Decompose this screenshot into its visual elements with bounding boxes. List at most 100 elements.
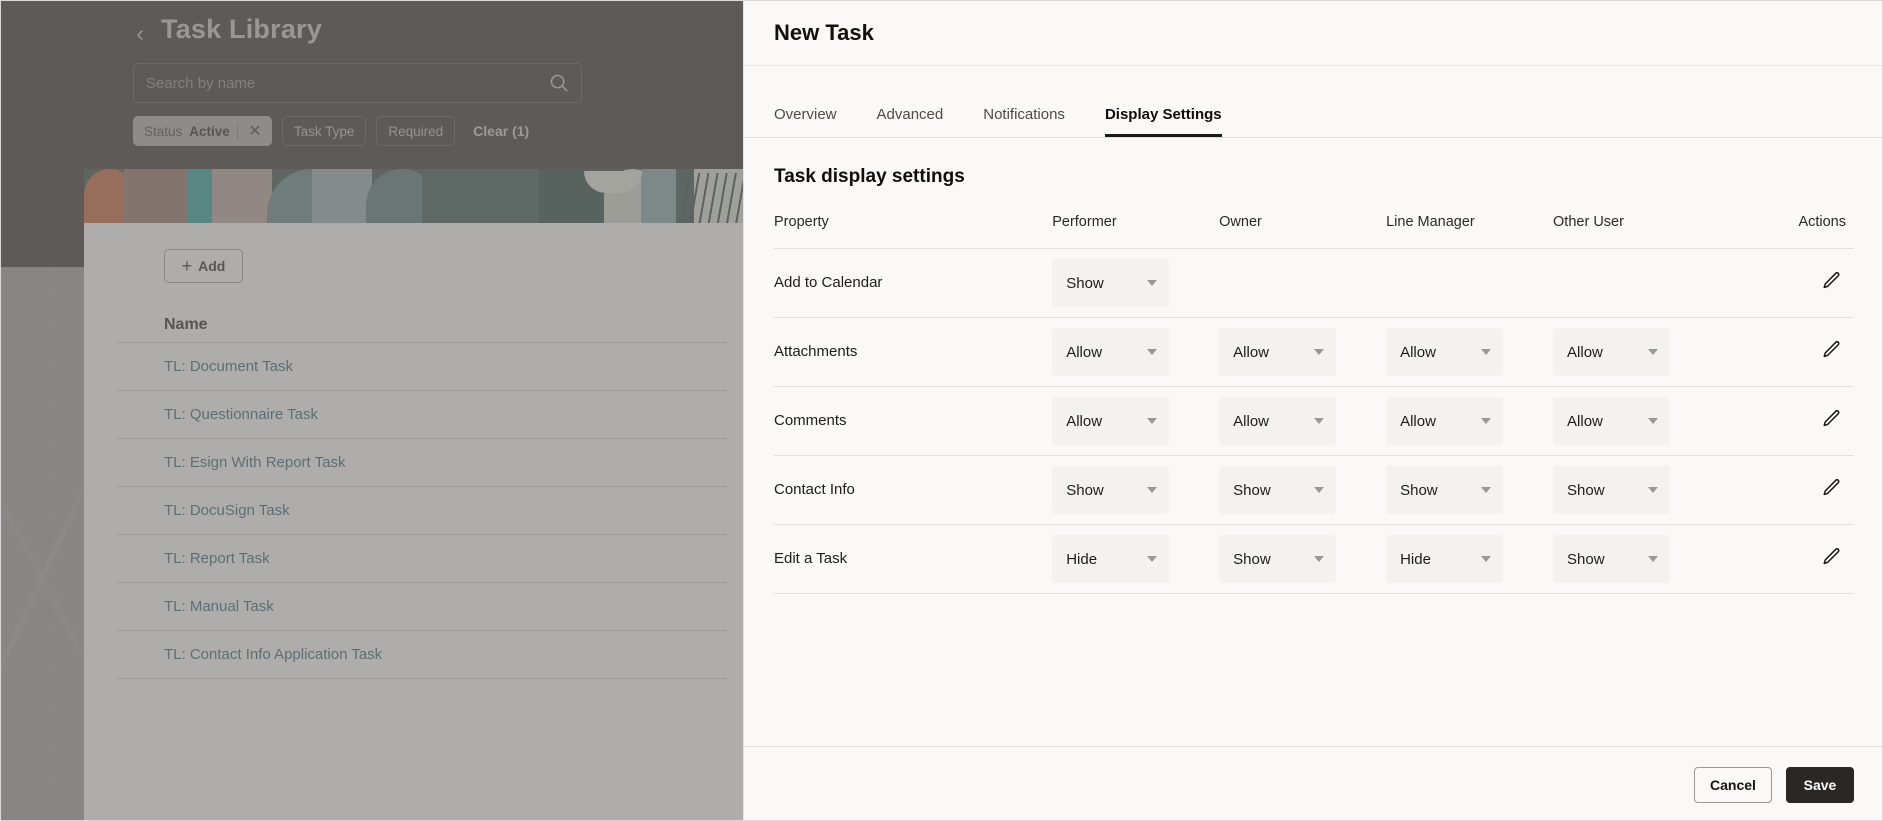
cell-property: Add to Calendar — [774, 248, 1053, 318]
search-input[interactable]: Search by name — [134, 75, 537, 92]
performer-select[interactable]: Hide — [1052, 535, 1170, 583]
cell-owner: Show — [1219, 524, 1387, 594]
cell-performer: Show — [1052, 248, 1220, 318]
other-user-select-value: Show — [1567, 481, 1605, 499]
cell-property: Contact Info — [774, 455, 1053, 525]
other-user-select-value: Allow — [1567, 412, 1603, 430]
performer-select[interactable]: Show — [1052, 466, 1170, 514]
clear-filters-link[interactable]: Clear (1) — [473, 123, 529, 139]
edit-pencil-icon[interactable] — [1820, 408, 1842, 435]
table-header-row: Property Performer Owner Line Manager Ot… — [774, 214, 1854, 249]
table-row[interactable]: TL: Document Task — [117, 342, 727, 390]
column-header-line-manager: Line Manager — [1386, 214, 1554, 249]
task-link[interactable]: TL: Questionnaire Task — [164, 406, 318, 423]
filter-pill-task-type[interactable]: Task Type — [281, 116, 367, 146]
chevron-down-icon — [1147, 487, 1158, 493]
app-root: ‹ Task Library Search by name Status Act… — [0, 0, 1883, 821]
task-link[interactable]: TL: Manual Task — [164, 598, 274, 615]
chevron-left-icon[interactable]: ‹ — [131, 21, 149, 47]
cell-performer: Allow — [1052, 386, 1220, 456]
table-row[interactable]: TL: Report Task — [117, 534, 727, 582]
search-icon[interactable] — [537, 72, 581, 94]
chevron-down-icon — [1648, 487, 1659, 493]
edit-pencil-icon[interactable] — [1820, 546, 1842, 573]
filter-pill-status[interactable]: Status Active ✕ — [133, 116, 272, 146]
cell-line-manager — [1386, 248, 1554, 318]
tab-advanced[interactable]: Advanced — [857, 106, 964, 137]
table-row[interactable]: TL: DocuSign Task — [117, 486, 727, 534]
cell-line-manager: Allow — [1386, 386, 1554, 456]
plus-icon: + — [181, 256, 193, 276]
owner-select[interactable]: Show — [1219, 466, 1337, 514]
property-label: Contact Info — [774, 481, 855, 498]
drawer-header: New Task — [744, 1, 1882, 66]
cancel-button[interactable]: Cancel — [1694, 766, 1772, 803]
background-app: ‹ Task Library Search by name Status Act… — [1, 1, 743, 820]
cell-owner: Allow — [1219, 317, 1387, 387]
task-link[interactable]: TL: Contact Info Application Task — [164, 646, 382, 663]
other-user-select[interactable]: Show — [1553, 466, 1671, 514]
table-row[interactable]: TL: Esign With Report Task — [117, 438, 727, 486]
filter-pill-required[interactable]: Required — [376, 116, 456, 146]
drawer-tabs: Overview Advanced Notifications Display … — [744, 66, 1882, 138]
line-manager-select[interactable]: Allow — [1386, 328, 1504, 376]
table-row: Comments Allow Allow Allow Allow — [774, 386, 1854, 456]
task-link[interactable]: TL: Document Task — [164, 358, 293, 375]
edit-pencil-icon[interactable] — [1820, 339, 1842, 366]
add-button[interactable]: + Add — [164, 249, 243, 283]
display-settings-table: Property Performer Owner Line Manager Ot… — [774, 214, 1854, 594]
edit-pencil-icon[interactable] — [1820, 477, 1842, 504]
performer-select-value: Show — [1066, 481, 1104, 499]
column-header-owner: Owner — [1219, 214, 1387, 249]
cell-owner: Allow — [1219, 386, 1387, 456]
owner-select[interactable]: Show — [1219, 535, 1337, 583]
table-row[interactable]: TL: Manual Task — [117, 582, 727, 630]
line-manager-select[interactable]: Show — [1386, 466, 1504, 514]
owner-select[interactable]: Allow — [1219, 397, 1337, 445]
tab-overview[interactable]: Overview — [774, 106, 857, 137]
other-user-select[interactable]: Allow — [1553, 328, 1671, 376]
performer-select-value: Hide — [1066, 550, 1098, 568]
cell-property: Attachments — [774, 317, 1053, 387]
page-title: Task Library — [161, 14, 322, 44]
task-link[interactable]: TL: Report Task — [164, 550, 270, 567]
other-user-select[interactable]: Show — [1553, 535, 1671, 583]
other-user-select[interactable]: Allow — [1553, 397, 1671, 445]
line-manager-select-empty — [1386, 259, 1503, 307]
table-row[interactable]: TL: Questionnaire Task — [117, 390, 727, 438]
performer-select[interactable]: Allow — [1052, 397, 1170, 445]
filter-pill-row: Status Active ✕ Task Type Required Clear… — [133, 116, 529, 146]
line-manager-select[interactable]: Hide — [1386, 535, 1504, 583]
line-manager-select-value: Allow — [1400, 343, 1436, 361]
tab-notifications[interactable]: Notifications — [963, 106, 1085, 137]
performer-select[interactable]: Allow — [1052, 328, 1170, 376]
close-icon[interactable]: ✕ — [245, 121, 265, 141]
owner-select[interactable]: Allow — [1219, 328, 1337, 376]
column-header-other-user: Other User — [1553, 214, 1720, 249]
chevron-down-icon — [1648, 418, 1659, 424]
task-link[interactable]: TL: DocuSign Task — [164, 502, 290, 519]
table-row: Contact Info Show Show Show Show — [774, 455, 1854, 525]
cell-owner — [1219, 248, 1387, 318]
chevron-down-icon — [1314, 418, 1325, 424]
performer-select[interactable]: Show — [1052, 259, 1170, 307]
save-button[interactable]: Save — [1786, 766, 1854, 803]
cell-owner: Show — [1219, 455, 1387, 525]
drawer-title: New Task — [774, 20, 874, 45]
owner-select-value: Allow — [1233, 343, 1270, 361]
line-manager-select[interactable]: Allow — [1386, 397, 1504, 445]
tab-display-settings[interactable]: Display Settings — [1085, 106, 1242, 137]
divider — [236, 122, 238, 140]
owner-select-empty — [1219, 259, 1336, 307]
property-label: Edit a Task — [774, 550, 848, 567]
search-input-wrapper[interactable]: Search by name — [133, 63, 582, 103]
chevron-down-icon — [1481, 349, 1492, 355]
performer-select-value: Allow — [1066, 343, 1103, 361]
edit-pencil-icon[interactable] — [1820, 270, 1842, 297]
property-label: Comments — [774, 412, 847, 429]
cell-property: Comments — [774, 386, 1053, 456]
cell-other-user: Allow — [1553, 317, 1720, 387]
column-header-performer: Performer — [1052, 214, 1220, 249]
task-link[interactable]: TL: Esign With Report Task — [164, 454, 345, 471]
table-row[interactable]: TL: Contact Info Application Task — [117, 630, 727, 678]
